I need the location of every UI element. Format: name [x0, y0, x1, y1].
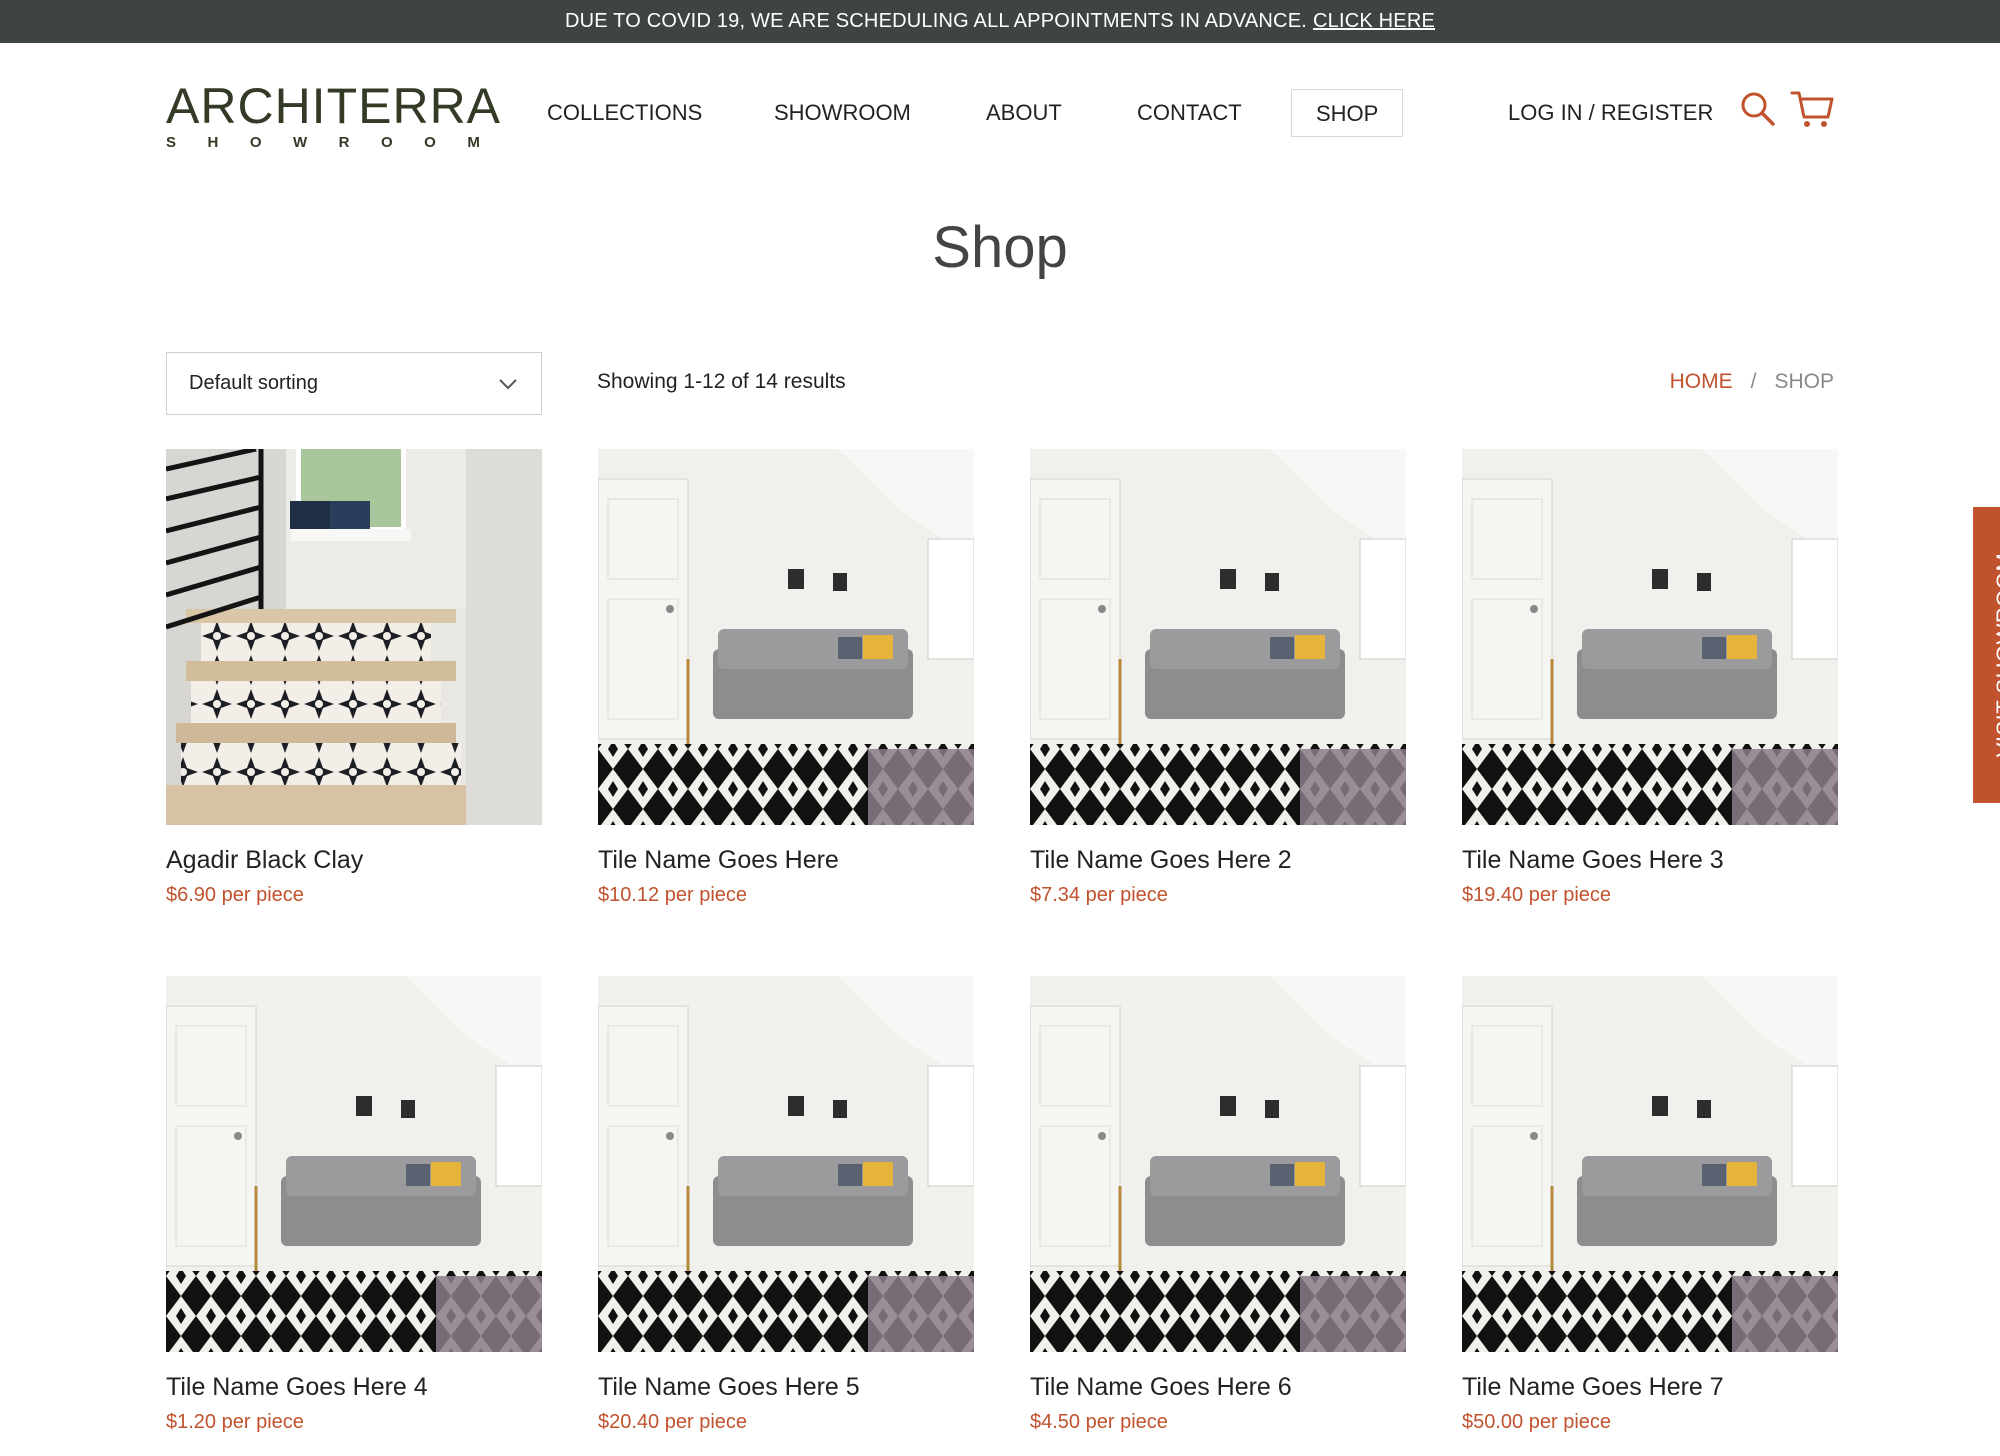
- nav-item-showroom[interactable]: SHOWROOM: [774, 89, 911, 137]
- search-icon[interactable]: [1740, 91, 1776, 132]
- breadcrumb: HOME / SHOP: [1670, 370, 1834, 394]
- product-name[interactable]: Tile Name Goes Here 6: [1030, 1372, 1406, 1402]
- product-card[interactable]: Tile Name Goes Here $10.12 per piece: [598, 449, 974, 907]
- product-name[interactable]: Tile Name Goes Here 7: [1462, 1372, 1838, 1402]
- product-price: $4.50 per piece: [1030, 1411, 1168, 1433]
- product-card[interactable]: Tile Name Goes Here 2 $7.34 per piece: [1030, 449, 1406, 907]
- product-card[interactable]: Tile Name Goes Here 7 $50.00 per piece: [1462, 976, 1838, 1434]
- sort-dropdown[interactable]: Default sorting: [166, 352, 542, 415]
- product-price: $10.12 per piece: [598, 884, 748, 906]
- visit-showroom-label: VISIT SHOWROOM: [1992, 552, 2000, 758]
- product-image[interactable]: [1462, 449, 1838, 825]
- product-card[interactable]: Tile Name Goes Here 5 $20.40 per piece: [598, 976, 974, 1434]
- nav-item-about[interactable]: ABOUT: [986, 89, 1062, 137]
- login-register-link[interactable]: LOG IN / REGISTER: [1508, 100, 1713, 126]
- announcement-link[interactable]: CLICK HERE: [1313, 10, 1435, 33]
- product-image[interactable]: [598, 449, 974, 825]
- product-image[interactable]: [166, 976, 542, 1352]
- product-image[interactable]: [1030, 976, 1406, 1352]
- product-card[interactable]: Tile Name Goes Here 4 $1.20 per piece: [166, 976, 542, 1434]
- product-name[interactable]: Agadir Black Clay: [166, 845, 542, 875]
- visit-showroom-tab[interactable]: VISIT SHOWROOM: [1973, 507, 2000, 803]
- breadcrumb-current: SHOP: [1774, 370, 1834, 393]
- product-price: $19.40 per piece: [1462, 884, 1612, 906]
- breadcrumb-home[interactable]: HOME: [1670, 370, 1733, 394]
- product-image[interactable]: [598, 976, 974, 1352]
- breadcrumb-separator: /: [1750, 370, 1757, 393]
- page-title: Shop: [932, 215, 1068, 280]
- results-count: Showing 1-12 of 14 results: [597, 370, 846, 393]
- product-name[interactable]: Tile Name Goes Here 2: [1030, 845, 1406, 875]
- product-card[interactable]: Tile Name Goes Here 3 $19.40 per piece: [1462, 449, 1838, 907]
- nav-item-collections[interactable]: COLLECTIONS: [547, 89, 702, 137]
- chevron-down-icon: [497, 373, 519, 401]
- sort-selected-value: Default sorting: [189, 372, 318, 394]
- nav-item-shop[interactable]: SHOP: [1291, 89, 1404, 137]
- product-image[interactable]: [1030, 449, 1406, 825]
- product-name[interactable]: Tile Name Goes Here: [598, 845, 974, 875]
- product-name[interactable]: Tile Name Goes Here 3: [1462, 845, 1838, 875]
- announcement-bar: DUE TO COVID 19, WE ARE SCHEDULING ALL A…: [0, 0, 2000, 43]
- announcement-text: DUE TO COVID 19, WE ARE SCHEDULING ALL A…: [564, 10, 1307, 32]
- product-image[interactable]: [1462, 976, 1838, 1352]
- product-price: $7.34 per piece: [1030, 884, 1168, 906]
- product-name[interactable]: Tile Name Goes Here 4: [166, 1372, 542, 1402]
- product-price: $1.20 per piece: [166, 1411, 304, 1433]
- product-card[interactable]: Agadir Black Clay $6.90 per piece: [166, 449, 542, 907]
- product-name[interactable]: Tile Name Goes Here 5: [598, 1372, 974, 1402]
- product-price: $6.90 per piece: [166, 884, 304, 906]
- nav-item-contact[interactable]: CONTACT: [1137, 89, 1242, 137]
- product-card[interactable]: Tile Name Goes Here 6 $4.50 per piece: [1030, 976, 1406, 1434]
- product-price: $50.00 per piece: [1462, 1411, 1612, 1433]
- product-price: $20.40 per piece: [598, 1411, 748, 1433]
- cart-icon[interactable]: [1790, 89, 1834, 134]
- site-header: ARCHITERRA SHOWROOM COLLECTIONS SHOWROOM…: [0, 43, 2000, 183]
- product-image[interactable]: [166, 449, 542, 825]
